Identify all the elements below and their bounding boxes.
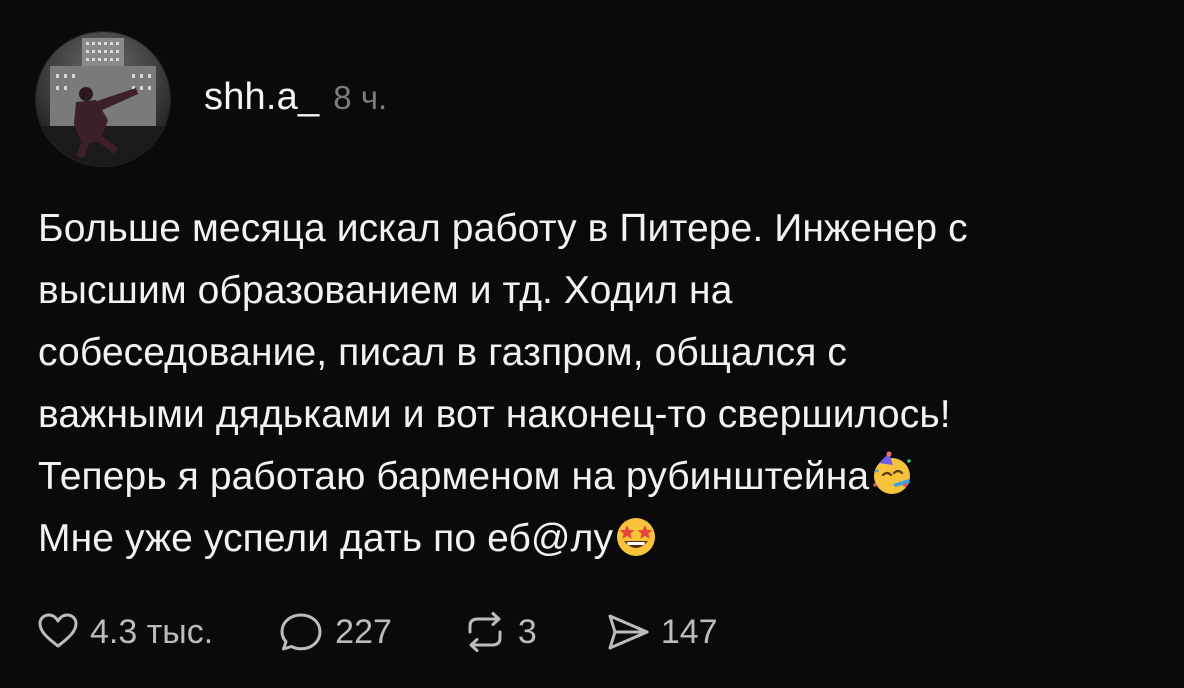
post-text-line: высшим образованием и тд. Ходил на <box>38 269 733 312</box>
post-text: Больше месяца искал работу в Питере. Инж… <box>38 198 1158 570</box>
comment-count: 227 <box>335 612 392 651</box>
share-button[interactable]: 147 <box>605 610 718 654</box>
post-text-line-6: Мне уже успели дать по еб@лу <box>38 508 1158 570</box>
comment-button[interactable]: 227 <box>277 610 392 654</box>
comment-icon <box>280 613 322 651</box>
star-struck-emoji-icon <box>617 518 656 556</box>
post-actions: 4.3 тыс. 227 3 147 <box>36 604 718 660</box>
avatar-photo <box>36 32 170 166</box>
thread-post: shh.a_ 8 ч. Больше месяца искал работу в… <box>0 0 1184 688</box>
repost-button[interactable]: 3 <box>462 610 537 654</box>
post-text-line: Больше месяца искал работу в Питере. Инж… <box>38 207 968 250</box>
share-icon <box>608 614 649 650</box>
heart-icon <box>38 613 78 648</box>
post-header: shh.a_ 8 ч. <box>204 76 387 126</box>
post-timestamp: 8 ч. <box>333 79 388 116</box>
repost-icon <box>468 612 502 652</box>
post-text-line: важными дядьками и вот наконец-то сверши… <box>38 393 951 436</box>
post-text-line: Теперь я работаю барменом на рубинштейна <box>38 455 870 498</box>
share-count: 147 <box>660 612 718 651</box>
partying-face-emoji-icon <box>873 451 912 494</box>
like-button[interactable]: 4.3 тыс. <box>36 610 213 654</box>
like-count: 4.3 тыс. <box>90 612 214 651</box>
repost-count: 3 <box>517 612 537 651</box>
author-username[interactable]: shh.a_ <box>204 76 319 119</box>
post-text-line: собеседование, писал в газпром, общался … <box>38 331 847 374</box>
avatar[interactable] <box>36 32 170 166</box>
post-text-line-5: Теперь я работаю барменом на рубинштейна <box>38 446 1158 508</box>
post-text-line: Мне уже успели дать по еб@лу <box>38 517 614 560</box>
